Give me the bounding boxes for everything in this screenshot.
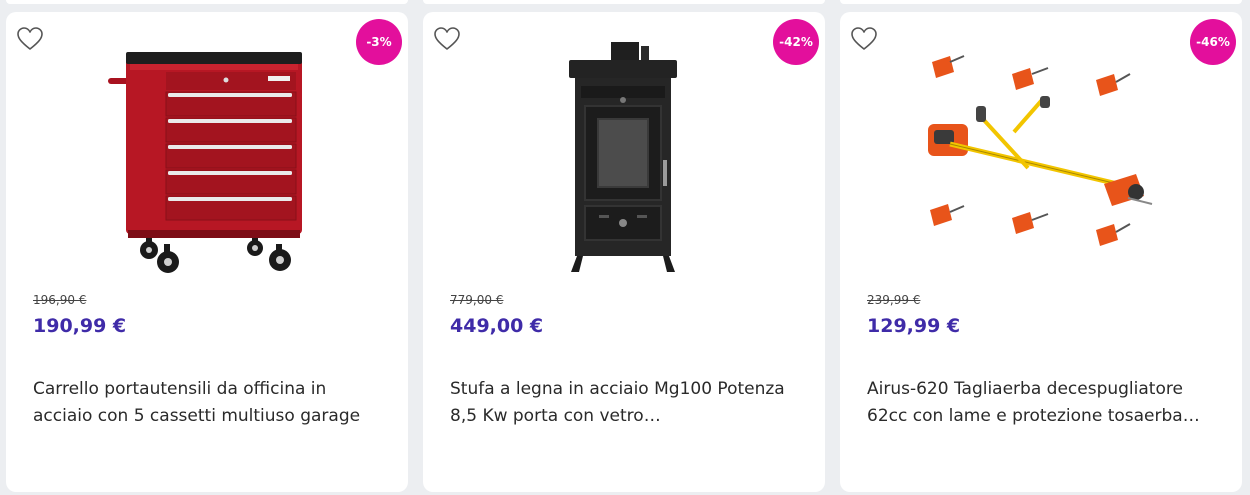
product-title[interactable]: Stufa a legna in acciaio Mg100 Potenza 8…: [450, 376, 798, 430]
heart-icon: [851, 27, 877, 50]
discount-badge: -46%: [1190, 19, 1236, 65]
product-card[interactable]: -42% 779,00 € 449,00 € Stufa a legna in …: [423, 12, 825, 492]
wishlist-button[interactable]: [849, 24, 879, 54]
wishlist-button[interactable]: [15, 24, 45, 54]
original-price: 239,99 €: [867, 293, 921, 307]
original-price: 779,00 €: [450, 293, 504, 307]
heart-icon: [434, 27, 460, 50]
sale-price: 190,99 €: [33, 315, 127, 337]
product-card[interactable]: -3% 196,90 € 190,99 € Carrello portauten…: [6, 12, 408, 492]
product-title[interactable]: Carrello portautensili da officina in ac…: [33, 376, 381, 430]
product-image[interactable]: [890, 34, 1190, 274]
wishlist-button[interactable]: [432, 24, 462, 54]
product-image[interactable]: [56, 34, 356, 274]
original-price: 196,90 €: [33, 293, 87, 307]
discount-badge: -42%: [773, 19, 819, 65]
product-card[interactable]: -46% 239,99 € 129,99 € Airus-620 Tagliae…: [840, 12, 1242, 492]
sale-price: 129,99 €: [867, 315, 961, 337]
discount-badge: -3%: [356, 19, 402, 65]
product-image[interactable]: [473, 34, 773, 274]
sale-price: 449,00 €: [450, 315, 544, 337]
product-title[interactable]: Airus-620 Tagliaerba decespugliatore 62c…: [867, 376, 1215, 430]
heart-icon: [17, 27, 43, 50]
